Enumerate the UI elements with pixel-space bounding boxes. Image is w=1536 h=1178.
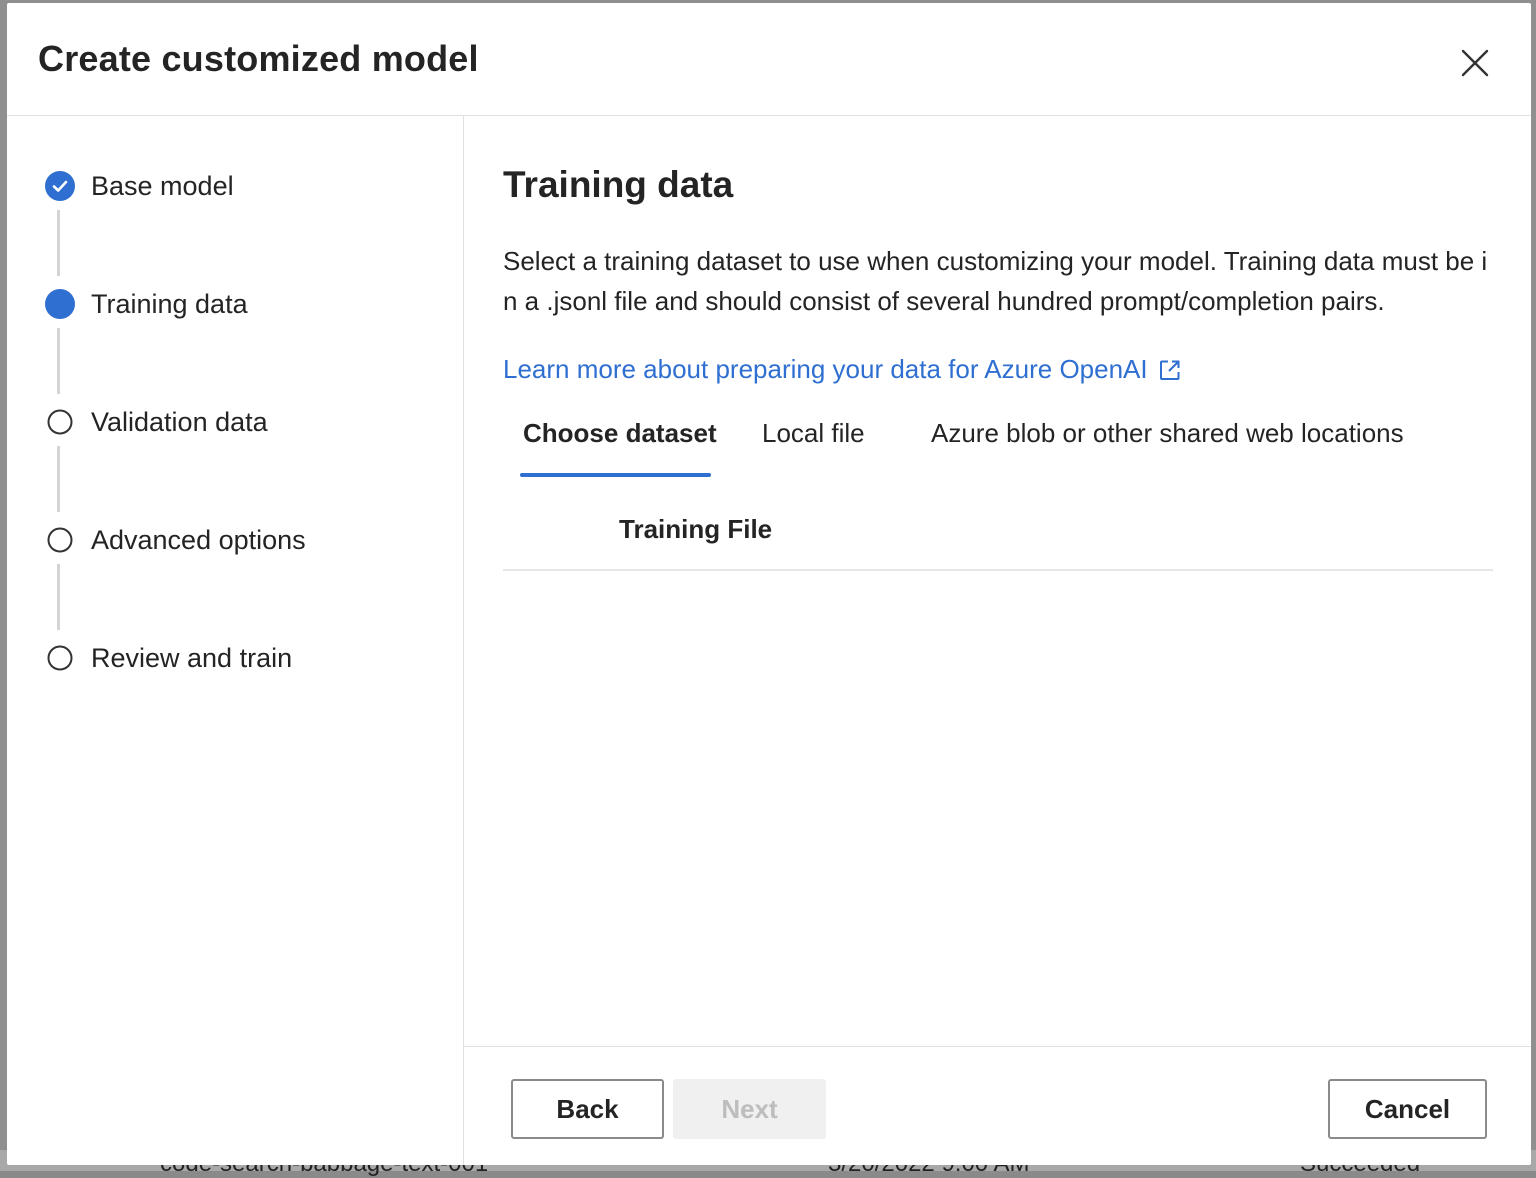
step-label: Training data (91, 288, 248, 319)
step-connector (57, 328, 60, 394)
step-connector (57, 446, 60, 512)
learn-more-link-text: Learn more about preparing your data for… (503, 354, 1148, 384)
training-data-panel: Training data Select a training dataset … (464, 116, 1531, 1165)
wizard-steps-sidebar: Base model Training data Validation data (7, 116, 464, 1165)
cancel-button[interactable]: Cancel (1328, 1079, 1487, 1139)
dataset-table-header: Training File (503, 499, 1493, 571)
tab-choose-dataset[interactable]: Choose dataset (523, 418, 717, 449)
dialog-title: Create customized model (38, 38, 479, 79)
close-icon (1461, 49, 1489, 77)
step-training-data[interactable]: Training data (45, 286, 248, 322)
section-description: Select a training dataset to use when cu… (503, 246, 1488, 316)
filled-circle-icon (45, 289, 75, 319)
step-label: Review and train (91, 642, 293, 673)
open-in-new-window-icon (1159, 360, 1180, 380)
empty-circle-icon (45, 407, 75, 437)
checkmark-circle-icon (45, 171, 75, 201)
dialog-header: Create customized model (7, 3, 1531, 116)
step-validation-data[interactable]: Validation data (45, 404, 268, 440)
empty-circle-icon (45, 525, 75, 555)
step-label: Advanced options (91, 524, 306, 555)
step-base-model[interactable]: Base model (45, 168, 234, 204)
step-label: Validation data (91, 406, 268, 437)
tab-local-file[interactable]: Local file (762, 418, 865, 449)
back-button[interactable]: Back (511, 1079, 664, 1139)
column-header-training-file[interactable]: Training File (619, 514, 772, 545)
learn-more-link[interactable]: Learn more about preparing your data for… (503, 354, 1182, 385)
next-button: Next (673, 1079, 826, 1139)
step-connector (57, 210, 60, 276)
step-label: Base model (91, 170, 234, 201)
section-title: Training data (503, 164, 734, 205)
empty-circle-icon (45, 643, 75, 673)
step-review-and-train[interactable]: Review and train (45, 640, 292, 676)
selected-tab-indicator (520, 473, 711, 477)
dialog-footer: Back Next Cancel (464, 1046, 1531, 1165)
tab-azure-blob[interactable]: Azure blob or other shared web locations (931, 418, 1404, 449)
create-customized-model-dialog: Create customized model Base model Train… (7, 3, 1531, 1165)
step-connector (57, 564, 60, 630)
step-advanced-options[interactable]: Advanced options (45, 522, 306, 558)
close-button[interactable] (1455, 43, 1495, 83)
